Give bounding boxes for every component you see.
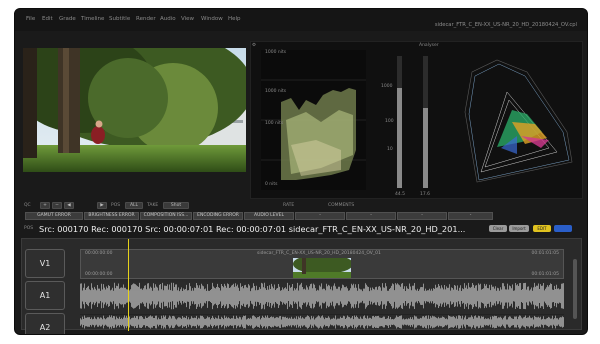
custom-error-button-2[interactable]: -: [346, 212, 396, 220]
encoding-error-label: ENCODING ERROR: [197, 213, 239, 218]
clear-badge-label: Clear: [492, 226, 504, 231]
custom-error-button-1[interactable]: -: [295, 212, 345, 220]
qc-add-button[interactable]: +: [40, 202, 50, 209]
waveform-label-1000: 1000 nits: [265, 89, 287, 94]
waveform-label-0: 0 nits: [265, 182, 278, 187]
import-badge[interactable]: Import: [509, 225, 529, 232]
menu-subtitle[interactable]: Subtitle: [109, 16, 130, 22]
scopes-panel: ⚙ 1000 nits 1000 nits 100 nits 0 nits 10…: [250, 41, 583, 199]
file-title: sidecar_FTR_C_EN-XX_US-NR_20_HD_20180424…: [434, 22, 577, 28]
waveform-label-100: 100 nits: [265, 121, 284, 126]
video-clip[interactable]: 00:00:00:00 00:01:01:05 sidecar_FTR_C_EN…: [80, 249, 564, 279]
pos-tag: POS: [24, 226, 34, 231]
video-frame-image: [23, 48, 246, 172]
clip-tc-start: 00:00:00:00: [85, 251, 113, 256]
pos-select-value: ALL: [129, 203, 139, 208]
audio-waveform-a1: [80, 282, 564, 310]
clear-badge[interactable]: Clear: [489, 225, 507, 232]
app-window: File Edit Grade Timeline Subtitle Render…: [14, 8, 588, 335]
level-meter-left: [397, 56, 402, 188]
timeline-scrollbar[interactable]: [573, 259, 577, 319]
menu-window[interactable]: Window: [201, 16, 223, 22]
audio-track-a2[interactable]: [80, 314, 564, 329]
track-label-v1[interactable]: V1: [25, 249, 65, 278]
clip-tc-end: 00:01:01:05: [531, 251, 559, 256]
custom-error-label-1: -: [319, 213, 321, 218]
audio-level-label: AUDIO LEVEL: [254, 213, 284, 218]
menu-file[interactable]: File: [26, 16, 35, 22]
meter-scale-1000: 1000: [381, 84, 393, 89]
blue-status-badge[interactable]: [554, 225, 572, 232]
edit-badge-label: EDIT: [537, 226, 547, 231]
custom-error-button-3[interactable]: -: [397, 212, 447, 220]
custom-error-label-4: -: [469, 213, 472, 218]
clip-thumbnail: [293, 258, 351, 278]
composition-issue-button[interactable]: COMPOSITION ISS...: [140, 212, 192, 220]
playhead[interactable]: [128, 239, 129, 331]
gamut-error-button[interactable]: GAMUT ERROR: [25, 212, 83, 220]
custom-error-button-4[interactable]: -: [448, 212, 493, 220]
menu-help[interactable]: Help: [228, 16, 241, 22]
prev-frame-button[interactable]: ◀: [64, 202, 74, 209]
meter-scale-10: 10: [387, 147, 393, 152]
menu-edit[interactable]: Edit: [42, 16, 53, 22]
waveform-label-top: 1000 nits: [265, 50, 287, 55]
custom-error-label-3: -: [421, 213, 423, 218]
menu-bar: File Edit Grade Timeline Subtitle Render…: [15, 9, 587, 31]
analyser-title: Analyser: [419, 43, 439, 48]
level-meter-right: [423, 56, 428, 188]
menu-render[interactable]: Render: [136, 16, 156, 22]
scope-settings-icon[interactable]: ⚙: [252, 43, 256, 48]
gamut-error-label: GAMUT ERROR: [37, 213, 71, 218]
audio-level-button[interactable]: AUDIO LEVEL: [244, 212, 294, 220]
clip-tc-bottom-end: 00:01:01:05: [531, 272, 559, 277]
audio-track-a1[interactable]: [80, 282, 564, 310]
custom-error-label-2: -: [370, 213, 372, 218]
clip-tc-bottom-start: 00:00:00:00: [85, 272, 113, 277]
meter-scale-100: 100: [385, 119, 394, 124]
cie-chromaticity-scope: [464, 59, 573, 183]
waveform-scope: [261, 50, 366, 190]
timeline-panel[interactable]: V1 A1 A2 00:00:00:00 00:01:01:05 sidecar…: [21, 238, 582, 334]
edit-badge[interactable]: EDIT: [533, 225, 551, 232]
brightness-error-label: BRIGHTNESS ERROR: [88, 213, 135, 218]
video-viewer[interactable]: [23, 48, 246, 172]
import-badge-label: Import: [512, 226, 526, 231]
clip-name: sidecar_FTR_C_EN-XX_US-NR_20_HD_20180424…: [257, 251, 381, 256]
track-label-a1[interactable]: A1: [25, 281, 65, 310]
meter-value-right: 17.6: [420, 192, 431, 197]
menu-audio[interactable]: Audio: [160, 16, 176, 22]
pos-select[interactable]: ALL: [125, 202, 143, 209]
audio-waveform-a2: [80, 315, 564, 329]
menu-view[interactable]: View: [181, 16, 194, 22]
encoding-error-button[interactable]: ENCODING ERROR: [193, 212, 243, 220]
take-select[interactable]: Shot: [163, 202, 189, 209]
meter-value-left: 44.5: [395, 192, 406, 197]
next-frame-button[interactable]: ▶: [97, 202, 107, 209]
take-select-value: Shot: [170, 203, 182, 208]
menu-timeline[interactable]: Timeline: [81, 16, 104, 22]
menu-grade[interactable]: Grade: [59, 16, 76, 22]
track-label-a2[interactable]: A2: [25, 313, 65, 334]
timecode-readout: Src: 000170 Rec: 000170 Src: 00:00:07:01…: [39, 224, 466, 234]
brightness-error-button[interactable]: BRIGHTNESS ERROR: [84, 212, 139, 220]
composition-issue-label: COMPOSITION ISS...: [143, 213, 189, 218]
qc-remove-button[interactable]: −: [52, 202, 62, 209]
